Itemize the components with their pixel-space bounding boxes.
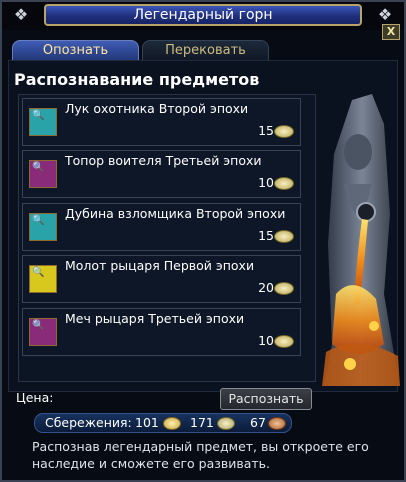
silver-coin-icon bbox=[274, 177, 294, 190]
silver-coin-icon bbox=[274, 230, 294, 243]
item-cost: 10 bbox=[258, 175, 274, 190]
list-item[interactable]: 🔍 Дубина взломщика Второй эпохи 15 bbox=[22, 203, 301, 251]
tab-identify[interactable]: Опознать bbox=[12, 40, 139, 62]
copper-amount: 67 bbox=[250, 415, 266, 430]
item-cost: 15 bbox=[258, 123, 274, 138]
title-bar[interactable]: ❖ Легендарный горн ❖ bbox=[2, 2, 404, 30]
list-item[interactable]: 🔍 Меч рыцаря Третьей эпохи 10 bbox=[22, 308, 301, 356]
sword-icon: 🔍 bbox=[29, 318, 57, 346]
list-item[interactable]: 🔍 Молот рыцаря Первой эпохи 20 bbox=[22, 255, 301, 303]
hammer-icon: 🔍 bbox=[29, 265, 57, 293]
legendary-forge-window: ❖ Легендарный горн ❖ X Опознать Перекова… bbox=[0, 0, 406, 482]
left-ornament-icon: ❖ bbox=[13, 5, 29, 24]
magnifier-icon: 🔍 bbox=[32, 320, 45, 331]
gold-amount: 101 bbox=[135, 415, 159, 430]
gold-coin-icon bbox=[163, 417, 181, 430]
right-ornament-icon: ❖ bbox=[377, 5, 393, 24]
silver-coin-icon bbox=[274, 282, 294, 295]
silver-coin-icon bbox=[274, 125, 294, 138]
identify-button[interactable]: Распознать bbox=[220, 388, 312, 410]
item-cost: 20 bbox=[258, 280, 274, 295]
magnifier-icon: 🔍 bbox=[32, 110, 45, 121]
item-list: 🔍 Лук охотника Второй эпохи 15 🔍 Топор в… bbox=[18, 94, 316, 382]
price-label: Цена: bbox=[16, 390, 54, 405]
section-title: Распознавание предметов bbox=[14, 70, 260, 89]
club-icon: 🔍 bbox=[29, 213, 57, 241]
item-name: Топор воителя Третьей эпохи bbox=[65, 153, 262, 168]
magnifier-icon: 🔍 bbox=[32, 162, 45, 173]
bow-icon: 🔍 bbox=[29, 108, 57, 136]
item-cost: 15 bbox=[258, 228, 274, 243]
item-name: Молот рыцаря Первой эпохи bbox=[65, 258, 255, 273]
window-title: Легендарный горн bbox=[44, 4, 362, 26]
list-item[interactable]: 🔍 Топор воителя Третьей эпохи 10 bbox=[22, 150, 301, 198]
item-cost: 10 bbox=[258, 333, 274, 348]
forge-statue-icon bbox=[322, 94, 400, 386]
item-name: Дубина взломщика Второй эпохи bbox=[65, 206, 286, 221]
list-item[interactable]: 🔍 Лук охотника Второй эпохи 15 bbox=[22, 98, 301, 146]
copper-coin-icon bbox=[268, 417, 286, 430]
info-text: Распознав легендарный предмет, вы открое… bbox=[32, 439, 369, 471]
magnifier-icon: 🔍 bbox=[32, 267, 45, 278]
item-name: Лук охотника Второй эпохи bbox=[65, 101, 249, 116]
tab-reforge[interactable]: Перековать bbox=[142, 40, 269, 62]
silver-amount: 171 bbox=[190, 415, 214, 430]
item-name: Меч рыцаря Третьей эпохи bbox=[65, 311, 245, 326]
axe-icon: 🔍 bbox=[29, 160, 57, 188]
savings-bar: Сбережения: 101 171 67 bbox=[34, 413, 292, 433]
silver-coin-icon bbox=[217, 417, 235, 430]
close-button[interactable]: X bbox=[382, 24, 400, 40]
magnifier-icon: 🔍 bbox=[32, 215, 45, 226]
savings-label: Сбережения: bbox=[45, 415, 132, 430]
silver-coin-icon bbox=[274, 335, 294, 348]
